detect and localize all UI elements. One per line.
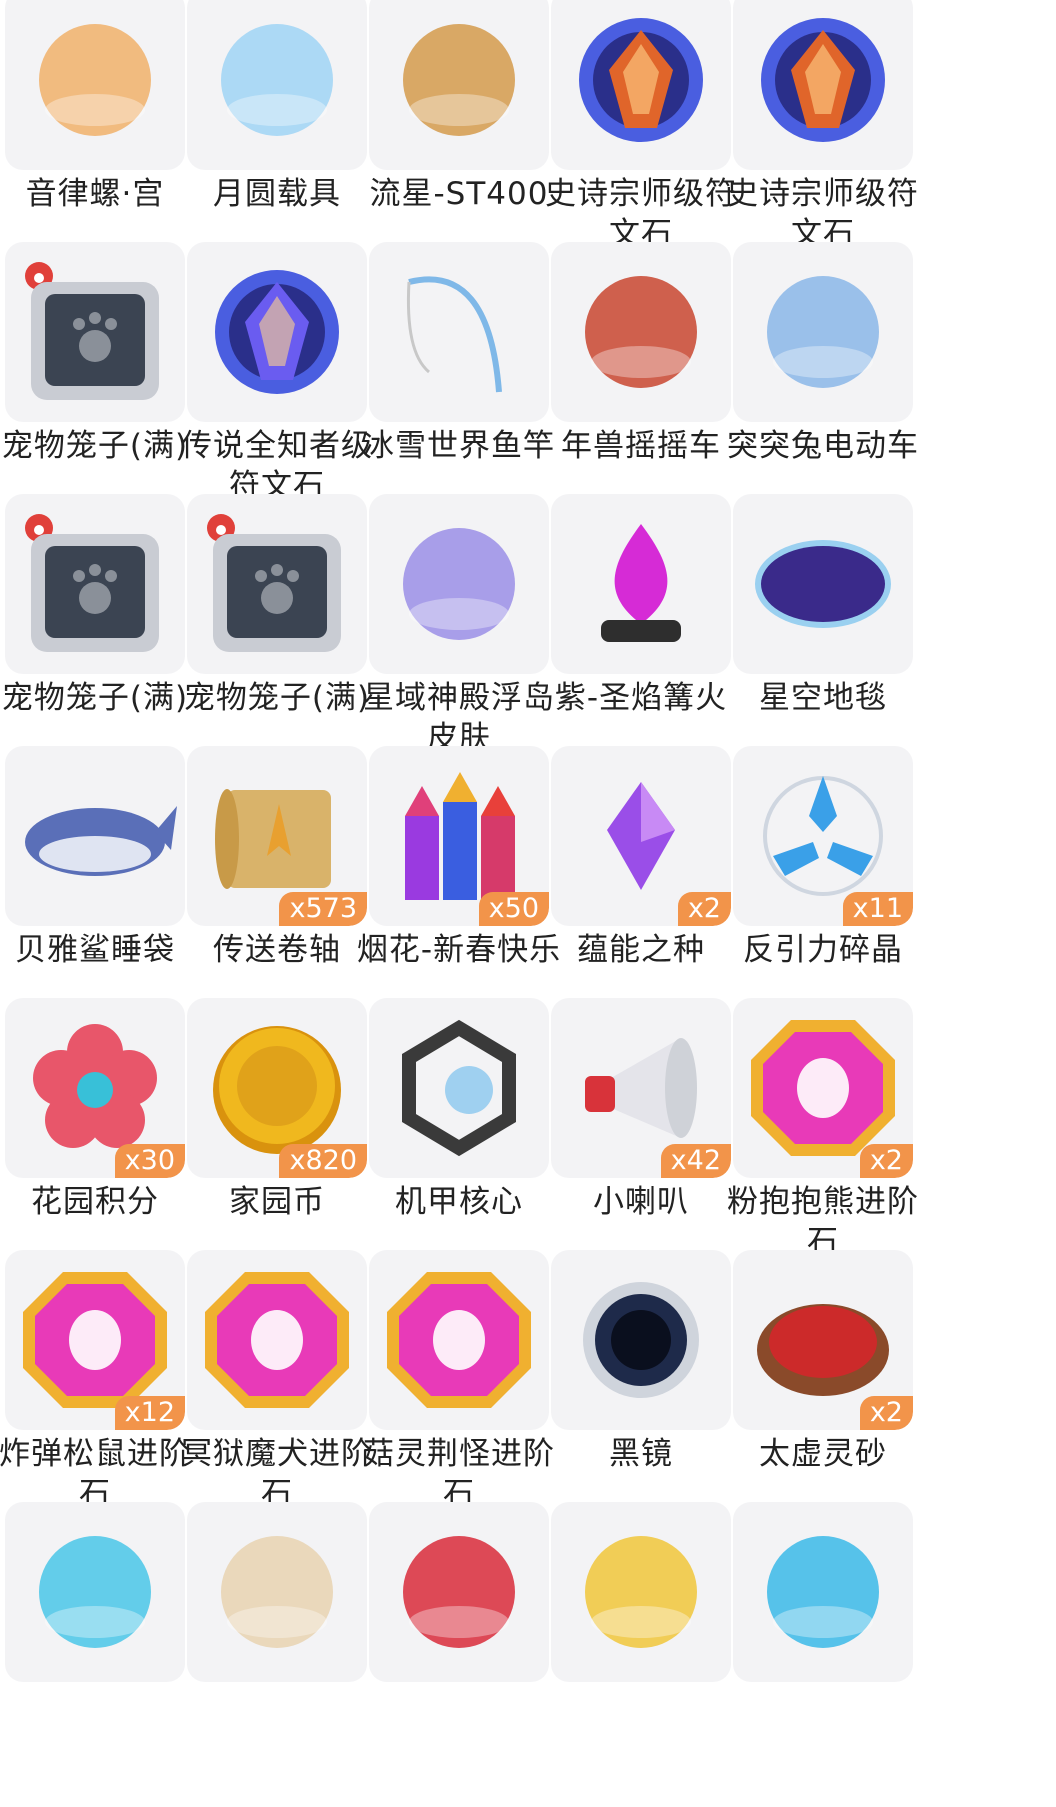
inventory-item[interactable]: x50 烟花-新春快乐 <box>357 746 576 1036</box>
item-tile[interactable] <box>187 242 367 422</box>
item-count-badge: x573 <box>279 892 367 926</box>
item-tile[interactable] <box>187 494 367 674</box>
item-tile[interactable]: x820 <box>187 998 367 1178</box>
inventory-item[interactable]: 星空地毯 <box>728 494 940 784</box>
item-name: 紫-圣焰篝火 <box>554 680 728 716</box>
item-name: 音律螺·宫 <box>25 176 165 212</box>
item-name: 宠物笼子(满) <box>1 680 189 716</box>
item-name: 蕴能之种 <box>577 932 705 968</box>
item-count-badge: x11 <box>842 892 913 926</box>
item-tile[interactable] <box>551 494 731 674</box>
item-name: 太虚灵砂 <box>759 1436 887 1472</box>
item-count-badge: x42 <box>660 1144 731 1178</box>
item-name: 宠物笼子(满) <box>183 680 371 716</box>
item-tile[interactable] <box>733 1502 913 1682</box>
inventory-item[interactable]: 贝雅鲨睡袋 <box>0 746 212 1036</box>
inventory-item[interactable]: x2 蕴能之种 <box>546 746 758 1036</box>
inventory-item[interactable]: 史诗宗师级符文石 <box>727 0 940 280</box>
item-tile[interactable]: x50 <box>369 746 549 926</box>
inventory-item[interactable]: 传说全知者级符文石 <box>181 242 394 532</box>
item-tile[interactable]: x2 <box>733 998 913 1178</box>
item-count-badge: x820 <box>279 1144 367 1178</box>
inventory-item[interactable] <box>182 1502 394 1792</box>
item-name: 烟花-新春快乐 <box>356 932 562 968</box>
inventory-item[interactable]: x820 家园币 <box>182 998 394 1288</box>
item-tile[interactable] <box>5 0 185 170</box>
inventory-item[interactable] <box>728 1502 940 1792</box>
item-tile[interactable] <box>551 0 731 170</box>
inventory-item[interactable]: x2 粉抱抱熊进阶石 <box>727 998 940 1288</box>
item-tile[interactable]: x12 <box>5 1250 185 1430</box>
item-tile[interactable] <box>733 242 913 422</box>
item-name: 机甲核心 <box>395 1184 523 1220</box>
inventory-item[interactable] <box>546 1502 758 1792</box>
item-tile[interactable] <box>5 494 185 674</box>
item-tile[interactable] <box>551 1250 731 1430</box>
inventory-item[interactable] <box>0 1502 212 1792</box>
item-tile[interactable]: x30 <box>5 998 185 1178</box>
item-name: 传送卷轴 <box>213 932 341 968</box>
inventory-item[interactable]: 音律螺·宫 <box>0 0 212 280</box>
item-tile[interactable] <box>733 0 913 170</box>
item-tile[interactable] <box>187 0 367 170</box>
item-tile[interactable] <box>369 1250 549 1430</box>
item-tile[interactable] <box>369 0 549 170</box>
inventory-item[interactable] <box>364 1502 576 1792</box>
inventory-item[interactable]: 月圆载具 <box>182 0 394 280</box>
inventory-item[interactable]: 菇灵荆怪进阶石 <box>363 1250 576 1540</box>
item-tile[interactable] <box>551 242 731 422</box>
item-count-badge: x12 <box>114 1396 185 1430</box>
inventory-item[interactable]: 机甲核心 <box>364 998 576 1288</box>
item-name: 黑镜 <box>609 1436 673 1472</box>
item-tile[interactable]: x42 <box>551 998 731 1178</box>
inventory-item[interactable]: x30 花园积分 <box>0 998 212 1288</box>
item-tile[interactable]: x11 <box>733 746 913 926</box>
item-name: 流星-ST400 <box>369 176 549 212</box>
item-name: 突突兔电动车 <box>727 428 919 464</box>
item-name: 花园积分 <box>31 1184 159 1220</box>
item-tile[interactable] <box>369 242 549 422</box>
inventory-item[interactable]: x11 反引力碎晶 <box>728 746 940 1036</box>
item-count-badge: x2 <box>677 892 731 926</box>
inventory-item[interactable]: 突突兔电动车 <box>727 242 940 532</box>
inventory-item[interactable]: 冰雪世界鱼竿 <box>363 242 576 532</box>
item-tile[interactable] <box>5 1502 185 1682</box>
inventory-item[interactable]: 年兽摇摇车 <box>546 242 758 532</box>
item-count-badge: x50 <box>478 892 549 926</box>
item-tile[interactable] <box>369 1502 549 1682</box>
item-name: 星空地毯 <box>759 680 887 716</box>
inventory-item[interactable]: 宠物笼子(满) <box>0 494 212 784</box>
item-tile[interactable] <box>369 998 549 1178</box>
item-tile[interactable] <box>551 1502 731 1682</box>
item-tile[interactable] <box>5 746 185 926</box>
item-tile[interactable] <box>187 1250 367 1430</box>
item-name: 冰雪世界鱼竿 <box>363 428 555 464</box>
item-name: 小喇叭 <box>593 1184 689 1220</box>
item-tile[interactable] <box>187 1502 367 1682</box>
inventory-item[interactable]: 星域神殿浮岛皮肤 <box>363 494 576 784</box>
item-name: 反引力碎晶 <box>743 932 903 968</box>
item-count-badge: x2 <box>859 1144 913 1178</box>
item-tile[interactable] <box>5 242 185 422</box>
item-name: 年兽摇摇车 <box>561 428 721 464</box>
item-tile[interactable]: x2 <box>551 746 731 926</box>
inventory-item[interactable]: 紫-圣焰篝火 <box>546 494 758 784</box>
item-count-badge: x30 <box>114 1144 185 1178</box>
item-tile[interactable] <box>369 494 549 674</box>
item-tile[interactable] <box>733 494 913 674</box>
inventory-item[interactable]: x573 传送卷轴 <box>182 746 394 1036</box>
item-tile[interactable]: x573 <box>187 746 367 926</box>
item-name: 贝雅鲨睡袋 <box>15 932 175 968</box>
item-name: 月圆载具 <box>213 176 341 212</box>
item-name: 宠物笼子(满) <box>1 428 189 464</box>
inventory-item[interactable]: 黑镜 <box>546 1250 758 1540</box>
item-name: 家园币 <box>229 1184 325 1220</box>
item-tile[interactable]: x2 <box>733 1250 913 1430</box>
inventory-item[interactable]: x2 太虚灵砂 <box>728 1250 940 1540</box>
item-count-badge: x2 <box>859 1396 913 1430</box>
